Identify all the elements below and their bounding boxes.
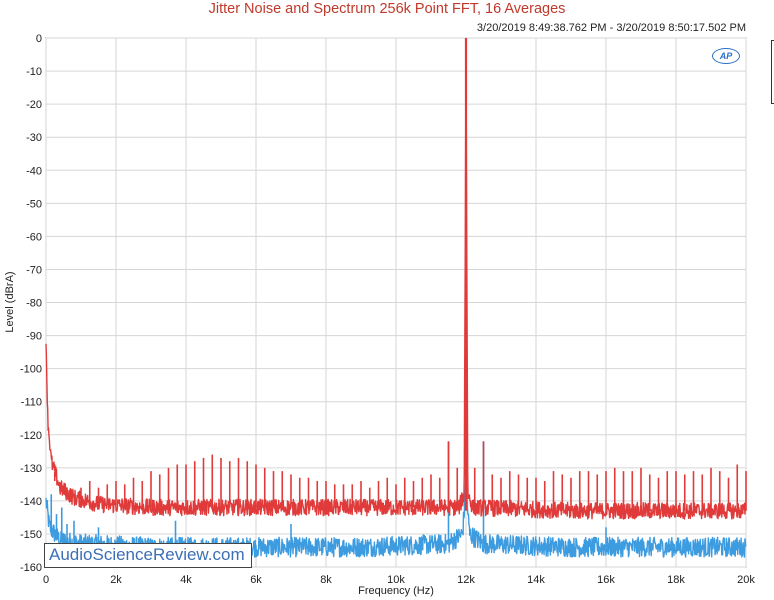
y-tick-label: -160: [20, 562, 42, 574]
ap-logo-icon: AP: [712, 48, 740, 64]
y-tick-label: -80: [26, 298, 42, 310]
y-tick-label: -110: [21, 397, 42, 409]
y-tick-labels: 0 -10 -20 -30 -40 -50 -60 -70 -80 -90 -100 -110 -120…: [20, 33, 42, 574]
y-tick-label: -70: [26, 264, 42, 276]
x-tick-label: 12k: [457, 574, 475, 586]
y-tick-label: -130: [20, 463, 42, 475]
y-tick-label: -40: [26, 165, 42, 177]
y-tick-label: -120: [20, 430, 42, 442]
y-axis-label: Level (dBrA): [4, 271, 16, 332]
x-tick-label: 16k: [597, 574, 615, 586]
x-tick-label: 14k: [527, 574, 545, 586]
watermark: AudioScienceReview.com: [44, 543, 252, 568]
y-tick-label: -50: [26, 198, 42, 210]
x-tick-label: 8k: [320, 574, 332, 586]
y-tick-label: -20: [26, 99, 42, 111]
spectrum-chart: 0 2k 4k 6k 8k 10k 12k 14k 16k 18k 20k 0-10-20-30-4…: [4, 33, 755, 597]
y-tick-label: -140: [20, 496, 42, 508]
x-tick-label: 6k: [250, 574, 262, 586]
x-tick-label: 2k: [110, 574, 122, 586]
y-tick-label: -100: [20, 364, 42, 376]
x-tick-label: 20k: [737, 574, 755, 586]
x-axis-label: Frequency (Hz): [358, 585, 434, 597]
y-tick-label: -90: [26, 331, 42, 343]
y-tick-label: -30: [26, 132, 42, 144]
y-tick-label: -150: [20, 529, 42, 541]
x-tick-label: 18k: [667, 574, 685, 586]
y-tick-label: 0: [36, 33, 42, 45]
x-tick-label: 0: [43, 574, 49, 586]
y-tick-label: -10: [26, 66, 42, 78]
y-tick-label: -60: [26, 231, 42, 243]
x-tick-label: 4k: [180, 574, 192, 586]
